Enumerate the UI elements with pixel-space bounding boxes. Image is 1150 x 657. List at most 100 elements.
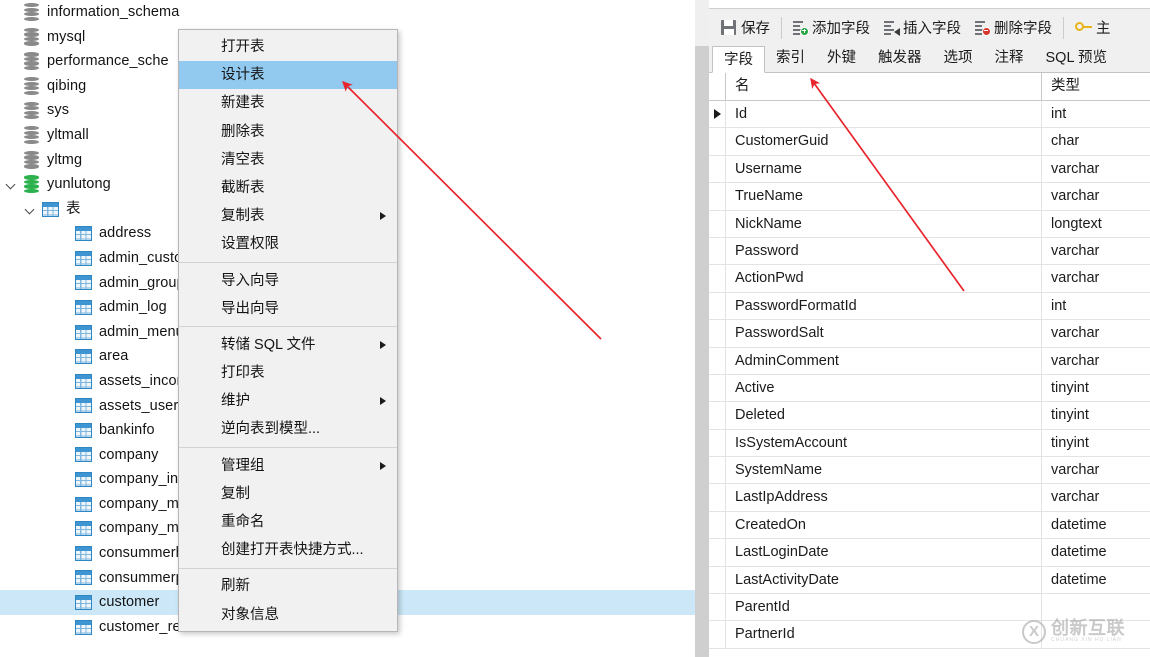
menu-item-10[interactable]: 导入向导 bbox=[179, 267, 397, 295]
grid-gutter bbox=[709, 183, 726, 210]
menu-item-23[interactable]: 刷新 bbox=[179, 572, 397, 600]
table-row[interactable]: CustomerGuid char bbox=[709, 128, 1150, 156]
tab-3[interactable]: 外键 bbox=[816, 45, 867, 72]
field-name-cell[interactable]: LastActivityDate bbox=[726, 566, 1042, 594]
table-icon bbox=[75, 226, 92, 242]
field-name-cell[interactable]: CreatedOn bbox=[726, 511, 1042, 539]
table-row[interactable]: Password varchar bbox=[709, 237, 1150, 266]
designer-tab-strip[interactable]: 字段 索引 外键 触发器 选项 注释 SQL 预览 bbox=[709, 46, 1150, 73]
tab-1[interactable]: 字段 bbox=[712, 46, 765, 73]
tab-2[interactable]: 索引 bbox=[765, 45, 816, 72]
menu-item-19[interactable]: 复制 bbox=[179, 480, 397, 508]
table-row[interactable]: Id int bbox=[709, 101, 1150, 129]
field-name-cell[interactable]: Id bbox=[726, 101, 1042, 128]
add-field-button[interactable]: 添加字段 bbox=[786, 9, 877, 46]
field-type-cell[interactable]: longtext bbox=[1042, 211, 1150, 237]
menu-item-8[interactable]: 设置权限 bbox=[179, 230, 397, 258]
menu-item-7[interactable]: 复制表 bbox=[179, 202, 397, 230]
menu-item-21[interactable]: 创建打开表快捷方式... bbox=[179, 536, 397, 564]
delete-field-button[interactable]: 删除字段 bbox=[968, 9, 1059, 46]
field-type-cell[interactable]: char bbox=[1042, 128, 1150, 154]
field-type-cell[interactable] bbox=[1042, 594, 1150, 620]
field-name-cell[interactable]: ParentId bbox=[726, 594, 1042, 621]
table-row[interactable]: LastIpAddress varchar bbox=[709, 484, 1150, 512]
field-type-cell[interactable]: varchar bbox=[1042, 156, 1150, 182]
tab-4[interactable]: 触发器 bbox=[867, 45, 933, 72]
field-type-cell[interactable]: varchar bbox=[1042, 484, 1150, 510]
field-name-cell[interactable]: AdminComment bbox=[726, 347, 1042, 374]
field-type-cell[interactable]: tinyint bbox=[1042, 402, 1150, 428]
table-row[interactable]: PasswordSalt varchar bbox=[709, 320, 1150, 348]
table-row[interactable]: SystemName varchar bbox=[709, 457, 1150, 485]
tab-5[interactable]: 选项 bbox=[933, 45, 984, 72]
field-type-cell[interactable]: datetime bbox=[1042, 567, 1150, 593]
menu-item-4[interactable]: 删除表 bbox=[179, 118, 397, 146]
table-row[interactable]: NickName longtext bbox=[709, 210, 1150, 238]
field-type-cell[interactable]: varchar bbox=[1042, 265, 1150, 291]
field-name-cell[interactable]: NickName bbox=[726, 210, 1042, 237]
table-row[interactable]: LastActivityDate datetime bbox=[709, 566, 1150, 595]
table-row[interactable]: PasswordFormatId int bbox=[709, 292, 1150, 321]
tab-7[interactable]: SQL 预览 bbox=[1035, 45, 1119, 72]
menu-item-13[interactable]: 转储 SQL 文件 bbox=[179, 331, 397, 359]
menu-item-5[interactable]: 清空表 bbox=[179, 146, 397, 174]
field-type-cell[interactable]: datetime bbox=[1042, 539, 1150, 565]
sidebar-item-information_schema[interactable]: information_schema bbox=[0, 0, 695, 25]
menu-item-6[interactable]: 截断表 bbox=[179, 174, 397, 202]
chevron-down-icon[interactable] bbox=[5, 178, 18, 191]
table-row[interactable]: TrueName varchar bbox=[709, 183, 1150, 211]
field-type-cell[interactable]: int bbox=[1042, 101, 1150, 127]
tab-6[interactable]: 注释 bbox=[984, 45, 1035, 72]
field-type-cell[interactable]: varchar bbox=[1042, 320, 1150, 346]
field-type-cell[interactable]: int bbox=[1042, 293, 1150, 319]
table-row[interactable]: Username varchar bbox=[709, 155, 1150, 184]
primary-key-button[interactable]: 主 bbox=[1068, 9, 1118, 46]
field-type-cell[interactable]: varchar bbox=[1042, 183, 1150, 209]
field-type-cell[interactable]: datetime bbox=[1042, 512, 1150, 538]
table-row[interactable]: ActionPwd varchar bbox=[709, 265, 1150, 293]
table-row[interactable]: IsSystemAccount tinyint bbox=[709, 429, 1150, 458]
field-name-cell[interactable]: IsSystemAccount bbox=[726, 429, 1042, 457]
field-name-cell[interactable]: SystemName bbox=[726, 457, 1042, 484]
field-name-cell[interactable]: CustomerGuid bbox=[726, 128, 1042, 155]
table-row[interactable]: Deleted tinyint bbox=[709, 402, 1150, 430]
field-name-cell[interactable]: LastIpAddress bbox=[726, 484, 1042, 511]
field-type-cell[interactable]: tinyint bbox=[1042, 375, 1150, 401]
field-name-cell[interactable]: Active bbox=[726, 374, 1042, 402]
panel-splitter[interactable] bbox=[695, 0, 709, 657]
field-name-cell[interactable]: Deleted bbox=[726, 402, 1042, 429]
insert-field-button[interactable]: 插入字段 bbox=[877, 9, 968, 46]
menu-item-24[interactable]: 对象信息 bbox=[179, 601, 397, 629]
field-type-cell[interactable]: tinyint bbox=[1042, 430, 1150, 456]
field-name-cell[interactable]: TrueName bbox=[726, 183, 1042, 210]
field-type-cell[interactable]: varchar bbox=[1042, 238, 1150, 264]
field-name-cell[interactable]: PasswordFormatId bbox=[726, 292, 1042, 320]
table-row[interactable]: Active tinyint bbox=[709, 374, 1150, 403]
menu-item-3[interactable]: 新建表 bbox=[179, 89, 397, 117]
table-row[interactable]: LastLoginDate datetime bbox=[709, 539, 1150, 567]
field-type-cell[interactable]: varchar bbox=[1042, 457, 1150, 483]
fields-grid[interactable]: 名类型 Id int CustomerGuid char Username varchar T… bbox=[709, 73, 1150, 657]
menu-item-15[interactable]: 维护 bbox=[179, 387, 397, 415]
field-name-cell[interactable]: Username bbox=[726, 155, 1042, 183]
field-name-cell[interactable]: ActionPwd bbox=[726, 265, 1042, 292]
menu-item-1[interactable]: 打开表 bbox=[179, 33, 397, 61]
menu-item-16[interactable]: 逆向表到模型... bbox=[179, 415, 397, 443]
designer-toolbar[interactable]: 保存 添加字段 插入字段 删除字段 主 bbox=[709, 9, 1150, 46]
field-name-cell[interactable]: PasswordSalt bbox=[726, 320, 1042, 347]
table-row[interactable]: AdminComment varchar bbox=[709, 347, 1150, 375]
menu-item-2[interactable]: 设计表 bbox=[179, 61, 397, 90]
table-row[interactable]: CreatedOn datetime bbox=[709, 511, 1150, 540]
menu-item-20[interactable]: 重命名 bbox=[179, 508, 397, 536]
menu-item-14[interactable]: 打印表 bbox=[179, 359, 397, 387]
table-icon bbox=[75, 324, 92, 340]
save-button[interactable]: 保存 bbox=[714, 9, 777, 46]
field-name-cell[interactable]: LastLoginDate bbox=[726, 539, 1042, 566]
field-type-cell[interactable]: varchar bbox=[1042, 348, 1150, 374]
menu-item-11[interactable]: 导出向导 bbox=[179, 295, 397, 323]
field-name-cell[interactable]: Password bbox=[726, 237, 1042, 265]
menu-item-18[interactable]: 管理组 bbox=[179, 452, 397, 480]
table-context-menu[interactable]: 打开表 设计表 新建表 删除表 清空表 截断表 复制表 设置权限导入向导 导出向导转储 SQL … bbox=[178, 29, 398, 632]
field-name-cell[interactable]: PartnerId bbox=[726, 621, 1042, 648]
chevron-down-icon[interactable] bbox=[24, 203, 37, 216]
